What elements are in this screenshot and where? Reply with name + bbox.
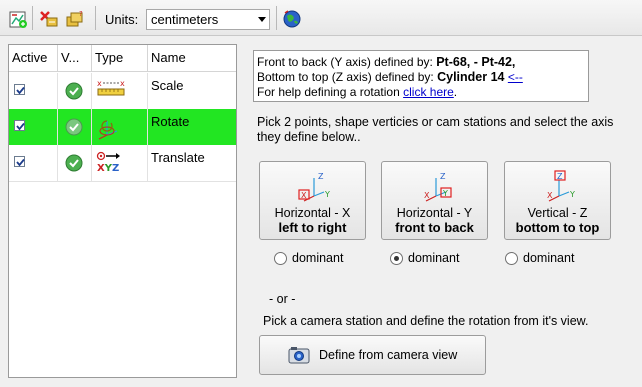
active-checkbox[interactable] [14,120,25,131]
active-cell [9,145,58,181]
info-line-3-suffix: . [453,85,458,99]
units-value: centimeters [151,12,219,27]
type-cell: x x [92,73,148,109]
axis-button-x[interactable]: X Z Y Horizontal - X left to right [259,161,366,240]
axis-button-y-subtitle: front to back [395,220,474,235]
active-checkbox[interactable] [14,84,25,95]
axis-button-x-title: Horizontal - X [274,206,351,220]
delete-transform-icon [40,11,58,27]
dominant-label-x: dominant [292,251,344,265]
name-cell: Scale [151,78,184,93]
info-line-3-prefix: For help defining a rotation [257,85,400,99]
info-line-1: Front to back (Y axis) defined by: Pt-68… [257,55,588,70]
row-divider [9,181,236,182]
units-label: Units: [105,12,139,27]
units-select[interactable]: centimeters [146,9,270,30]
info-line-2-value: Cylinder 14 [437,70,505,84]
name-cell: Rotate [151,114,190,129]
column-header-valid[interactable]: V... [58,45,92,72]
axis-y-icon: X Z Y [424,172,452,202]
translate-axes-label: XYZ [97,163,120,174]
active-checkbox[interactable] [14,156,25,167]
instructions-text: Pick 2 points, shape verticies or cam st… [257,115,614,144]
checkmark-icon [16,86,25,95]
dominant-label-y: dominant [408,251,460,265]
column-header-active[interactable]: Active [9,45,58,72]
svg-text:Y: Y [324,190,330,199]
add-transform-icon [9,11,27,28]
svg-text:?: ? [79,10,83,18]
define-from-camera-label: Define from camera view [319,348,458,362]
svg-text:x: x [120,79,125,88]
camera-instructions-text: Pick a camera station and define the rot… [263,314,589,328]
copy-transform-button[interactable]: ? [64,8,86,30]
delete-transform-button[interactable] [38,8,60,30]
list-item-rotate[interactable]: Rotate [9,109,236,145]
globe-icon [283,10,301,28]
dominant-label-z: dominant [523,251,575,265]
axis-button-x-subtitle: left to right [278,220,347,235]
valid-cell [58,73,92,109]
define-from-camera-button[interactable]: Define from camera view [259,335,486,375]
dominant-radio-z[interactable] [505,252,518,265]
toolbar: ? Units: centimeters [0,0,642,36]
type-cell [92,109,148,145]
valid-cell [58,109,92,145]
globe-button[interactable] [281,8,303,30]
type-cell: XYZ [92,145,148,181]
active-cell [9,109,58,145]
or-separator-text: - or - [269,292,296,306]
axis-x-icon: X Z Y [298,172,330,202]
checkmark-icon [16,122,25,131]
info-line-2-prefix: Bottom to top (Z axis) defined by: [257,70,434,84]
rotate-icon [98,120,118,140]
valid-check-icon [65,118,83,136]
rotation-info-box: Front to back (Y axis) defined by: Pt-68… [253,50,589,102]
list-item-scale[interactable]: x x Scale [9,73,236,109]
list-item-translate[interactable]: XYZ Translate [9,145,236,181]
column-header-type[interactable]: Type [92,45,148,72]
add-transform-button[interactable] [7,8,29,30]
svg-text:Z: Z [440,172,446,181]
svg-text:Y: Y [569,190,575,199]
axis-z-icon: X Z Y [547,170,575,202]
valid-check-icon [65,154,83,172]
valid-check-icon [65,82,83,100]
scale-icon: x x [97,79,125,96]
copy-transform-icon: ? [66,10,83,27]
svg-text:X: X [424,191,430,200]
svg-text:Z: Z [557,172,563,181]
back-link[interactable]: <-- [508,70,523,84]
valid-cell [58,145,92,181]
toolbar-separator [276,6,277,30]
transform-list: Active V... Type Name x x Scale Rotate X… [8,44,237,378]
name-cell: Translate [151,150,205,165]
dominant-radio-x[interactable] [274,252,287,265]
axis-button-y-title: Horizontal - Y [396,206,473,220]
list-header: Active V... Type Name [9,45,236,72]
axis-button-z-title: Vertical - Z [527,206,588,220]
dominant-radio-y[interactable] [390,252,403,265]
camera-icon [288,347,310,364]
svg-text:X: X [547,191,553,200]
checkmark-icon [16,158,25,167]
info-line-1-prefix: Front to back (Y axis) defined by: [257,55,433,69]
axis-button-z-subtitle: bottom to top [515,220,600,235]
info-line-2: Bottom to top (Z axis) defined by: Cylin… [257,70,588,85]
svg-text:X: X [301,191,307,200]
toolbar-separator [95,6,96,30]
axis-button-z[interactable]: X Z Y Vertical - Z bottom to top [504,161,611,240]
info-line-1-value: Pt-68, - Pt-42, [436,55,516,69]
active-cell [9,73,58,109]
svg-text:Z: Z [318,172,324,181]
info-line-3: For help defining a rotation click here. [257,85,588,100]
chevron-down-icon [258,17,266,22]
help-link[interactable]: click here [403,85,454,99]
column-header-name[interactable]: Name [148,45,236,72]
svg-text:Y: Y [442,189,448,198]
axis-button-y[interactable]: X Z Y Horizontal - Y front to back [381,161,488,240]
toolbar-separator [32,6,33,30]
svg-text:x: x [97,79,102,88]
